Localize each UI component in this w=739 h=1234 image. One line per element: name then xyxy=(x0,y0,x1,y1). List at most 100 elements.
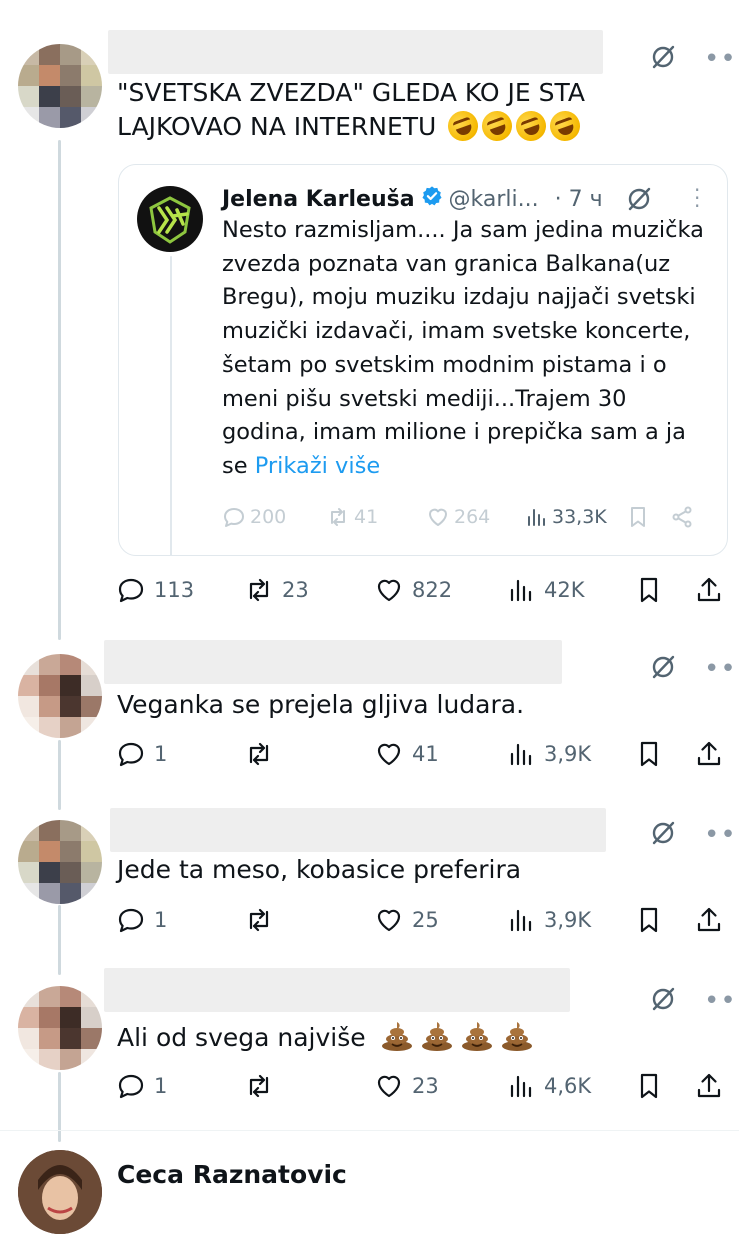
quote-handle: @karli... xyxy=(448,186,539,212)
quote-more-icon[interactable]: · · · xyxy=(694,180,700,216)
share-button[interactable] xyxy=(694,900,724,940)
avatar[interactable] xyxy=(18,1150,102,1234)
reply-text: Veganka se prejela gljiva ludara. xyxy=(117,690,525,719)
rolling-laughing-icon xyxy=(546,106,585,146)
share-button[interactable] xyxy=(694,1066,724,1106)
like-count: 822 xyxy=(412,578,453,602)
grok-icon[interactable] xyxy=(648,818,678,852)
reply-header-icons: ••• xyxy=(648,818,739,852)
reply-header-icons: ••• xyxy=(648,984,739,1018)
share-button[interactable] xyxy=(694,570,724,610)
like-count: 23 xyxy=(412,1074,439,1098)
quote-grok-icon[interactable] xyxy=(624,184,654,218)
views-button[interactable]: 3,9K xyxy=(506,900,591,940)
view-count: 42K xyxy=(544,578,585,602)
quote-share-icon[interactable] xyxy=(670,500,694,534)
views-button[interactable]: 4,6K xyxy=(506,1066,591,1106)
reply-header-icons: ••• xyxy=(648,652,739,686)
divider xyxy=(0,1130,739,1131)
quote-like-count: 264 xyxy=(454,506,491,528)
quote-repost-button[interactable]: 41 xyxy=(326,500,378,534)
quote-author-name[interactable]: Jelena Karleuša xyxy=(222,187,415,212)
reply-count: 1 xyxy=(154,742,168,766)
view-count: 3,9K xyxy=(544,908,592,932)
quote-views-button[interactable]: 33,3K xyxy=(524,500,607,534)
quote-author-avatar[interactable] xyxy=(137,186,203,252)
reply-text: Ali od svega najviše xyxy=(117,1020,534,1055)
blurred-username xyxy=(104,968,570,1012)
avatar[interactable] xyxy=(18,986,102,1070)
repost-button[interactable] xyxy=(244,1066,274,1106)
views-button[interactable]: 3,9K xyxy=(506,734,591,774)
views-button[interactable]: 42K xyxy=(506,570,585,610)
thread-line xyxy=(58,1072,61,1142)
like-button[interactable]: 41 xyxy=(374,734,439,774)
view-count: 3,9K xyxy=(544,742,592,766)
post-actions: 113 23 822 42K xyxy=(116,570,730,610)
quote-actions: 200 41 264 33,3K xyxy=(222,500,712,534)
grok-icon[interactable] xyxy=(648,984,678,1018)
thread-line xyxy=(58,140,61,640)
bookmark-button[interactable] xyxy=(634,570,664,610)
reply-button[interactable]: 1 xyxy=(116,734,167,774)
post-header-icons: ••• xyxy=(648,42,739,76)
reply-actions: 1 23 4,6K xyxy=(116,1066,730,1106)
reply-button[interactable]: 113 xyxy=(116,570,194,610)
post-text: "SVETSKA ZVEZDA" GLEDA KO JE STA LAJKOVA… xyxy=(117,76,637,146)
quote-thread-line xyxy=(170,256,172,556)
quote-reply-count: 200 xyxy=(250,506,287,528)
bookmark-button[interactable] xyxy=(634,1066,664,1106)
quote-like-button[interactable]: 264 xyxy=(426,500,490,534)
quote-text: Nesto razmisljam.... Ja sam jedina muzič… xyxy=(222,217,704,479)
repost-button[interactable] xyxy=(244,900,274,940)
reply-actions: 1 41 3,9K xyxy=(116,734,730,774)
quote-reply-button[interactable]: 200 xyxy=(222,500,286,534)
repost-button[interactable]: 23 xyxy=(244,570,309,610)
reply-button[interactable]: 1 xyxy=(116,900,167,940)
like-button[interactable]: 822 xyxy=(374,570,452,610)
blurred-username xyxy=(108,30,603,74)
next-user-name[interactable]: Ceca Raznatovic xyxy=(117,1160,347,1189)
grok-icon[interactable] xyxy=(648,42,678,76)
show-more-link[interactable]: Prikaži više xyxy=(255,453,380,479)
rolling-laughing-icon xyxy=(444,106,483,146)
more-options-icon[interactable]: ••• xyxy=(704,656,739,682)
like-count: 25 xyxy=(412,908,439,932)
avatar[interactable] xyxy=(18,654,102,738)
avatar[interactable] xyxy=(18,820,102,904)
pile-of-poo-icon xyxy=(500,1020,534,1052)
reply-count: 1 xyxy=(154,908,168,932)
reply-actions: 1 25 3,9K xyxy=(116,900,730,940)
bookmark-button[interactable] xyxy=(634,900,664,940)
bookmark-button[interactable] xyxy=(634,734,664,774)
repost-button[interactable] xyxy=(244,734,274,774)
avatar[interactable] xyxy=(18,44,102,128)
like-button[interactable]: 25 xyxy=(374,900,439,940)
reply-count: 113 xyxy=(154,578,195,602)
blurred-username xyxy=(104,640,562,684)
quote-view-count: 33,3K xyxy=(552,506,607,528)
pile-of-poo-icon xyxy=(460,1020,494,1052)
reply-button[interactable]: 1 xyxy=(116,1066,167,1106)
pile-of-poo-icon xyxy=(380,1020,414,1052)
reply-count: 1 xyxy=(154,1074,168,1098)
rolling-laughing-icon xyxy=(478,106,517,146)
quote-repost-count: 41 xyxy=(354,506,379,528)
blurred-username xyxy=(110,808,606,852)
repost-count: 23 xyxy=(282,578,309,602)
quote-bookmark-button[interactable] xyxy=(626,500,650,534)
rolling-laughing-icon xyxy=(512,106,551,146)
more-options-icon[interactable]: ••• xyxy=(704,988,739,1014)
pile-of-poo-icon xyxy=(420,1020,454,1052)
more-options-icon[interactable]: ••• xyxy=(704,46,739,72)
grok-icon[interactable] xyxy=(648,652,678,686)
like-count: 41 xyxy=(412,742,439,766)
thread-line xyxy=(58,905,61,975)
like-button[interactable]: 23 xyxy=(374,1066,439,1106)
thread-line xyxy=(58,740,61,810)
share-button[interactable] xyxy=(694,734,724,774)
quote-header: Jelena Karleuša @karli... · 7 ч xyxy=(222,184,603,214)
reply-text: Jede ta meso, kobasice preferira xyxy=(117,855,522,884)
view-count: 4,6K xyxy=(544,1074,592,1098)
more-options-icon[interactable]: ••• xyxy=(704,822,739,848)
